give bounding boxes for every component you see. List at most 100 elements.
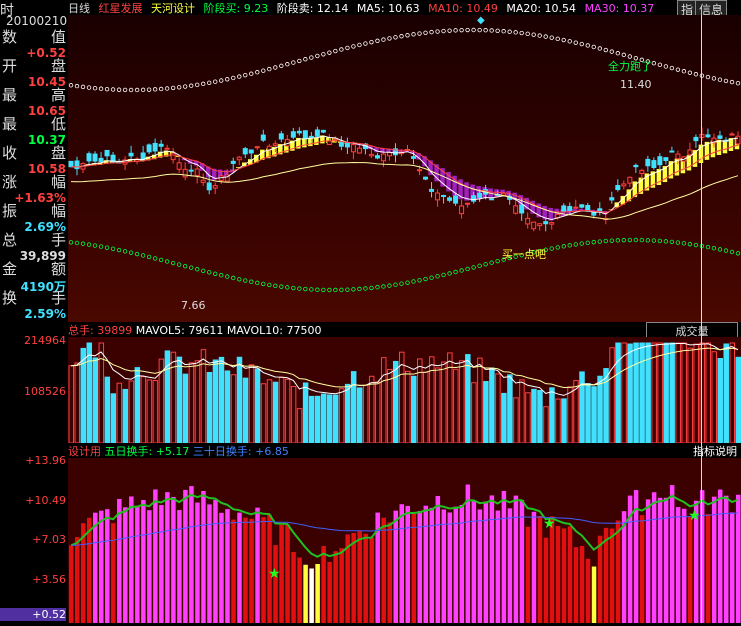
lower-band-dot [615, 238, 621, 243]
upper-band-dot [164, 86, 170, 91]
turnover-bar [441, 509, 447, 623]
volume-bar [92, 357, 99, 444]
turnover-bar [573, 547, 579, 623]
upper-band-dot [543, 34, 548, 39]
lower-band-dot [405, 280, 410, 285]
lower-band-dot [267, 282, 272, 288]
turnover-indicator-chart[interactable]: ★ ★ ★ [68, 458, 741, 623]
turnover-bar [651, 492, 657, 623]
volume-bar [447, 352, 453, 444]
volume-bar [362, 384, 369, 444]
mavol10-label: MAVOL10: 77500 [226, 324, 322, 337]
volume-bar [296, 408, 303, 444]
volume-bar [380, 357, 387, 444]
upper-band-dot [207, 80, 212, 86]
turnover-bar [189, 486, 194, 623]
upper-band-dot [657, 62, 663, 68]
volume-bar [531, 388, 537, 444]
vol-axis-top: 214964 [24, 334, 66, 347]
turnover-bar [435, 495, 441, 623]
candle-body [194, 168, 200, 177]
turnover-bar [567, 526, 573, 623]
lower-band-dot [351, 287, 356, 292]
turnover-bar [369, 537, 374, 623]
upper-band-dot [219, 78, 224, 83]
volume-bar [681, 342, 687, 444]
candle-body [633, 164, 639, 168]
turnover-bar [273, 545, 278, 623]
turnover-bar [333, 551, 338, 623]
turnover-bar [645, 499, 651, 623]
upper-band-dot [441, 28, 446, 34]
turnover-bar [525, 526, 531, 623]
candle-body [519, 204, 525, 214]
period-label[interactable]: 日线 [68, 2, 90, 15]
upper-band-dot [531, 32, 536, 37]
upper-band-dot [98, 86, 104, 91]
volume-bar [423, 371, 429, 444]
indicator-b-label[interactable]: 天河设计 [151, 2, 195, 15]
turnover-bar [561, 528, 567, 623]
turnover-bar [327, 561, 332, 623]
upper-band-dot [249, 71, 254, 76]
volume-bar [561, 398, 567, 444]
indicator-help-button[interactable]: 指标说明 [693, 443, 737, 459]
turnover-bar [117, 499, 122, 623]
volume-bar [591, 386, 597, 444]
lower-band-dot [411, 279, 416, 284]
volume-bar [260, 383, 267, 444]
sell-signal: 全力跑了 [608, 60, 652, 73]
turnover-bar [201, 491, 206, 623]
buy-signal: 买一点吧 [502, 248, 546, 261]
volume-bar [621, 342, 627, 444]
volume-bar [170, 351, 177, 444]
candle-body [435, 192, 441, 201]
lower-band-dot [591, 239, 596, 245]
upper-band-dot [345, 45, 350, 51]
lower-band-dot [255, 280, 260, 286]
volume-bar [555, 398, 561, 444]
candle-body [146, 144, 152, 153]
volume-bar [86, 342, 93, 444]
upper-band-dot [465, 27, 470, 33]
vol-total: 总手: 39899 [68, 324, 133, 337]
candle-body [735, 135, 741, 145]
turnover-bar [297, 557, 302, 623]
upper-band-dot [104, 86, 110, 92]
turnover-bar [171, 496, 176, 623]
turnover-bar [477, 509, 483, 623]
lower-band-dot [429, 275, 434, 280]
upper-band-dot [399, 34, 404, 39]
volume-bar [290, 386, 297, 444]
turnover-bar [555, 526, 561, 623]
upper-band-dot [693, 72, 699, 77]
volume-bar [314, 395, 321, 444]
volume-bar [374, 381, 381, 444]
turnover-bar [669, 485, 675, 623]
turnover-bar [69, 545, 74, 623]
lower-band-dot [423, 276, 428, 282]
upper-band-dot [711, 76, 717, 81]
candlestick-chart[interactable]: 11.40 7.66 全力跑了 买一点吧 [68, 15, 741, 322]
ma10-label: MA10: 10.49 [428, 2, 498, 15]
volume-bar [206, 371, 213, 444]
candle-body [477, 192, 483, 198]
indicator-a-label[interactable]: 红星发展 [99, 2, 143, 15]
turnover-bar [735, 494, 741, 623]
ind-axis-4: +3.56 [32, 573, 66, 586]
upper-band-dot [327, 50, 332, 55]
lower-band-dot [471, 265, 476, 270]
quote-row: 换手 [2, 291, 66, 306]
volume-chart[interactable] [68, 337, 741, 444]
turnover-bar [471, 500, 477, 623]
volume-bar [483, 380, 489, 444]
candle-body [657, 156, 663, 166]
upper-band-dot [687, 70, 693, 75]
volume-bar [627, 343, 633, 444]
turnover-bar [663, 497, 669, 623]
upper-band-dot [291, 60, 296, 65]
upper-band-dot [110, 87, 116, 92]
volume-bar [248, 364, 255, 444]
turnover-bar [315, 564, 320, 623]
quote-label-a: 开 [2, 57, 18, 75]
